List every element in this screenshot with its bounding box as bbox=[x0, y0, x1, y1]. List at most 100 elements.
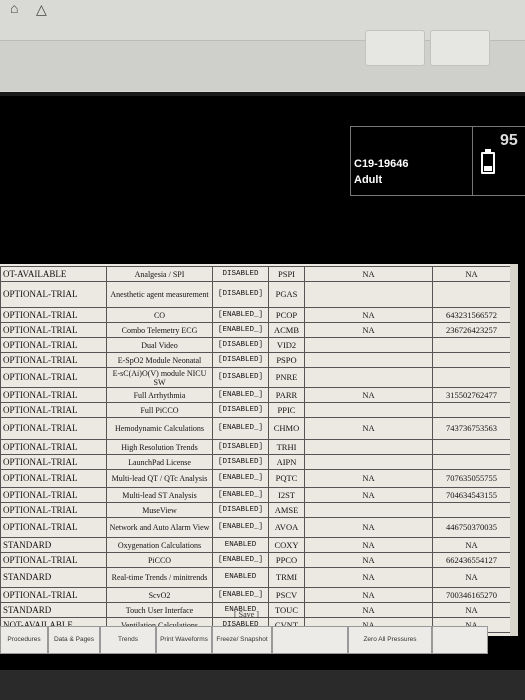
status-cell: OPTIONAL-TRIAL bbox=[0, 517, 107, 538]
col5-cell: NA bbox=[304, 307, 433, 323]
state-cell: [ENABLED_] bbox=[212, 487, 269, 503]
col5-cell: NA bbox=[304, 602, 433, 618]
col5-cell: NA bbox=[304, 567, 433, 588]
patient-type: Adult bbox=[354, 174, 383, 186]
col6-cell: 236726423257 bbox=[432, 322, 511, 338]
code-cell: AVOA bbox=[268, 517, 305, 538]
col5-cell: NA bbox=[304, 469, 433, 488]
status-cell: OPTIONAL-TRIAL bbox=[0, 281, 107, 308]
softkey-4[interactable]: Freeze/ Snapshot bbox=[212, 626, 272, 654]
col5-cell: NA bbox=[304, 417, 433, 440]
feature-cell: High Resolution Trends bbox=[106, 439, 213, 455]
feature-cell: MuseView bbox=[106, 502, 213, 518]
table-row: OPTIONAL-TRIAL CO [ENABLED_] PCOP NA 64323156… bbox=[0, 307, 511, 323]
status-cell: STANDARD bbox=[0, 567, 107, 588]
patient-id: C19-19646 bbox=[354, 158, 409, 170]
code-cell: TRMI bbox=[268, 567, 305, 588]
battery-icon bbox=[481, 149, 495, 174]
col5-cell: NA bbox=[304, 552, 433, 568]
battery-value: 95 bbox=[500, 132, 518, 149]
status-cell: OPTIONAL-TRIAL bbox=[0, 454, 107, 470]
table-row: OPTIONAL-TRIAL High Resolution Trends [DIS… bbox=[0, 439, 511, 455]
softkey-1[interactable]: Data & Pages bbox=[48, 626, 100, 654]
state-cell: [ENABLED_] bbox=[212, 517, 269, 538]
col6-cell bbox=[432, 502, 511, 518]
feature-cell: Full Arrhythmia bbox=[106, 387, 213, 403]
col6-cell bbox=[432, 337, 511, 353]
state-cell: [DISABLED] bbox=[212, 439, 269, 455]
softkey-6[interactable]: Zero All Pressures bbox=[348, 626, 432, 654]
feature-cell: PiCCO bbox=[106, 552, 213, 568]
softkey-bar: Procedures Data & Pages Trends Print Wavefo… bbox=[0, 626, 525, 654]
code-cell: COXY bbox=[268, 537, 305, 553]
state-cell: [ENABLED_] bbox=[212, 387, 269, 403]
bezel-power-icon: ⌂ bbox=[10, 2, 19, 17]
col5-cell bbox=[304, 402, 433, 418]
state-cell: [ENABLED_] bbox=[212, 552, 269, 568]
status-cell: OT-AVAILABLE bbox=[0, 266, 107, 282]
col6-cell: 743736753563 bbox=[432, 417, 511, 440]
col5-cell: NA bbox=[304, 266, 433, 282]
state-cell: [ENABLED_] bbox=[212, 587, 269, 603]
monitor-top-bezel: ⌂ △ bbox=[0, 0, 525, 92]
code-cell: PNRE bbox=[268, 367, 305, 388]
table-row: STANDARD Oxygenation Calculations ENABLED C… bbox=[0, 537, 511, 553]
status-cell: OPTIONAL-TRIAL bbox=[0, 387, 107, 403]
feature-cell: Hemodynamic Calculations bbox=[106, 417, 213, 440]
table-row: OPTIONAL-TRIAL Dual Video [DISABLED] VID2 bbox=[0, 337, 511, 353]
col6-cell: NA bbox=[432, 537, 511, 553]
state-cell: [DISABLED] bbox=[212, 281, 269, 308]
status-cell: OPTIONAL-TRIAL bbox=[0, 552, 107, 568]
col6-cell bbox=[432, 367, 511, 388]
status-cell: OPTIONAL-TRIAL bbox=[0, 469, 107, 488]
state-cell: [ENABLED_] bbox=[212, 417, 269, 440]
table-row: STANDARD Real-time Trends / minitrends ENA… bbox=[0, 567, 511, 588]
save-button[interactable]: [ Save ] bbox=[234, 610, 259, 619]
softkey-0[interactable]: Procedures bbox=[0, 626, 48, 654]
feature-cell: Full PiCCO bbox=[106, 402, 213, 418]
col6-cell bbox=[432, 281, 511, 308]
col5-cell: NA bbox=[304, 537, 433, 553]
table-row: OPTIONAL-TRIAL Combo Telemetry ECG [ENABLE… bbox=[0, 322, 511, 338]
table-row: OPTIONAL-TRIAL Multi-lead ST Analysis [ENA… bbox=[0, 487, 511, 503]
code-cell: PCOP bbox=[268, 307, 305, 323]
table-row: OPTIONAL-TRIAL Anesthetic agent measureme… bbox=[0, 281, 511, 308]
col6-cell: 643231566572 bbox=[432, 307, 511, 323]
code-cell: AMSE bbox=[268, 502, 305, 518]
col5-cell bbox=[304, 454, 433, 470]
softkey-2[interactable]: Trends bbox=[100, 626, 156, 654]
softkey-3[interactable]: Print Waveforms bbox=[156, 626, 212, 654]
table-row: OPTIONAL-TRIAL LaunchPad License [DISABLED… bbox=[0, 454, 511, 470]
code-cell: PARR bbox=[268, 387, 305, 403]
code-cell: TRHI bbox=[268, 439, 305, 455]
col6-cell: 704634543155 bbox=[432, 487, 511, 503]
code-cell: PQTC bbox=[268, 469, 305, 488]
state-cell: DISABLED bbox=[212, 266, 269, 282]
feature-cell: Oxygenation Calculations bbox=[106, 537, 213, 553]
alarm-triangle-icon: △ bbox=[36, 3, 47, 18]
col6-cell: 700346165270 bbox=[432, 587, 511, 603]
status-cell: OPTIONAL-TRIAL bbox=[0, 502, 107, 518]
softkey-7[interactable] bbox=[432, 626, 488, 654]
code-cell: PSCV bbox=[268, 587, 305, 603]
monitor-screen: C19-19646 Adult 95 OT-AVAILABLE Analgesia… bbox=[0, 96, 525, 670]
feature-cell: E-sC(Ai)O(V) module NICU SW bbox=[106, 367, 213, 388]
status-cell: OPTIONAL-TRIAL bbox=[0, 322, 107, 338]
state-cell: [DISABLED] bbox=[212, 337, 269, 353]
state-cell: ENABLED bbox=[212, 567, 269, 588]
scrollbar[interactable] bbox=[510, 264, 518, 636]
state-cell: [DISABLED] bbox=[212, 367, 269, 388]
table-row: OPTIONAL-TRIAL Multi-lead QT / QTc Analys… bbox=[0, 469, 511, 488]
code-cell: TOUC bbox=[268, 602, 305, 618]
state-cell: [ENABLED_] bbox=[212, 322, 269, 338]
col5-cell: NA bbox=[304, 387, 433, 403]
feature-cell: Real-time Trends / minitrends bbox=[106, 567, 213, 588]
feature-cell: Analgesia / SPI bbox=[106, 266, 213, 282]
table-row: OPTIONAL-TRIAL Hemodynamic Calculations [E… bbox=[0, 417, 511, 440]
col6-cell: 315502762477 bbox=[432, 387, 511, 403]
code-cell: PSPO bbox=[268, 352, 305, 368]
status-cell: OPTIONAL-TRIAL bbox=[0, 587, 107, 603]
status-cell: OPTIONAL-TRIAL bbox=[0, 439, 107, 455]
softkey-5[interactable] bbox=[272, 626, 348, 654]
state-cell: [DISABLED] bbox=[212, 402, 269, 418]
